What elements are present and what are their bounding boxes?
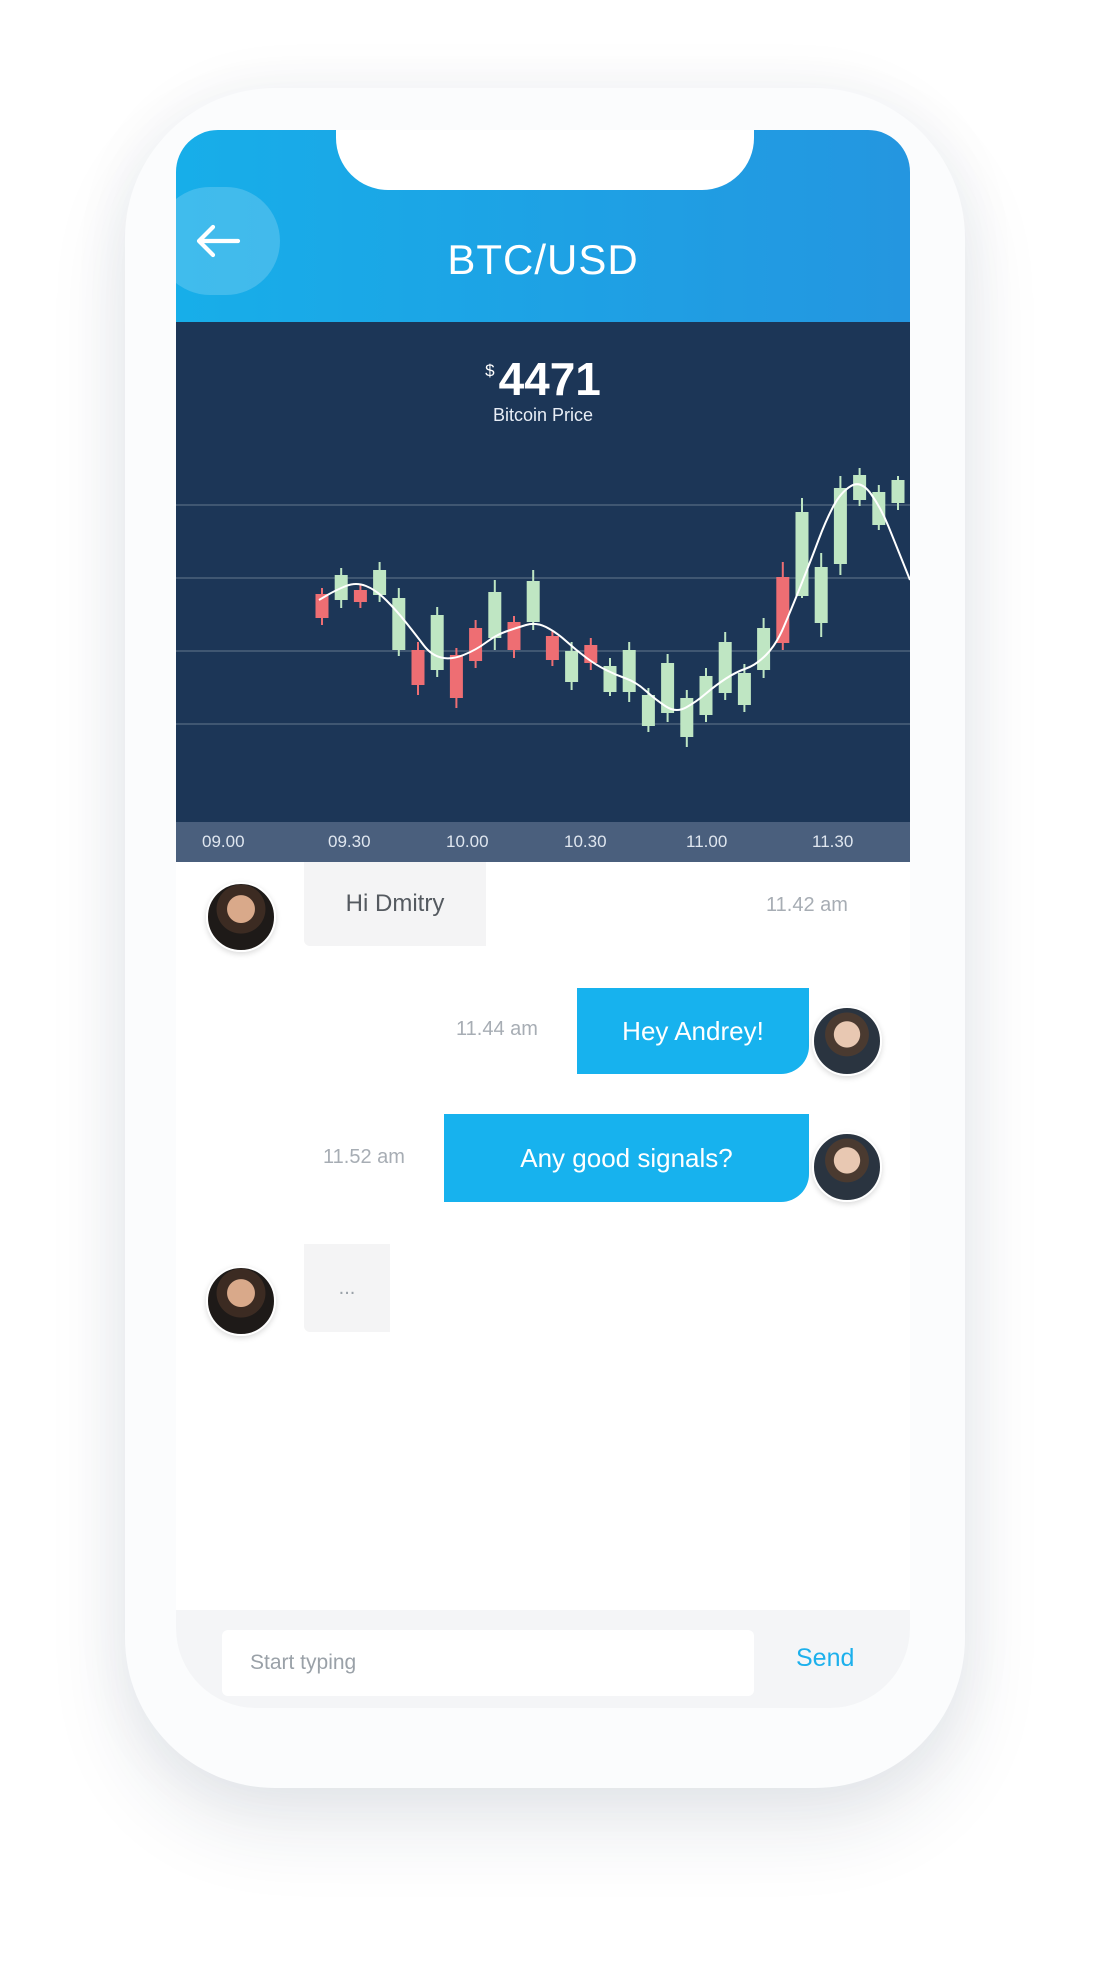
candle <box>833 488 847 564</box>
candle <box>430 615 444 670</box>
send-button[interactable]: Send <box>796 1644 854 1673</box>
message-bubble: Any good signals? <box>444 1114 809 1202</box>
candle <box>622 650 636 692</box>
message-timestamp: 11.52 am <box>323 1146 405 1168</box>
composer-bar: Send <box>176 1610 910 1708</box>
price-value: 4471 <box>498 353 601 405</box>
candle <box>526 581 540 622</box>
app-screen: BTC/USD $ 4471 Bitcoin Price 09.00 09.30… <box>176 130 910 1708</box>
header: BTC/USD <box>176 130 910 322</box>
avatar <box>206 882 276 952</box>
phone-notch <box>336 130 754 190</box>
price-label: Bitcoin Price <box>492 405 594 425</box>
x-tick: 11.00 <box>686 832 728 851</box>
candle <box>469 628 483 661</box>
message-bubble: Hey Andrey! <box>577 988 809 1074</box>
candle <box>718 642 732 693</box>
candle <box>757 628 771 670</box>
candle <box>507 622 521 650</box>
message-input[interactable] <box>222 1630 754 1696</box>
x-tick: 09.30 <box>328 832 371 851</box>
candle <box>392 598 406 650</box>
price-display: $ 4471 Bitcoin Price <box>176 355 910 426</box>
candle <box>411 650 425 685</box>
x-axis: 09.00 09.30 10.00 10.30 11.00 11.30 <box>176 822 910 862</box>
candle <box>353 590 367 602</box>
x-tick: 10.00 <box>446 832 489 851</box>
avatar <box>812 1006 882 1076</box>
candle <box>814 567 828 623</box>
message-timestamp: 11.42 am <box>766 894 848 916</box>
typing-indicator: ... <box>176 1244 910 1336</box>
candle <box>449 655 463 698</box>
message-bubble: Hi Dmitry <box>304 862 486 946</box>
x-tick: 10.30 <box>564 832 607 851</box>
candle <box>699 676 713 715</box>
candle <box>872 492 886 525</box>
message-outgoing: 11.52 am Any good signals? <box>176 1114 910 1206</box>
avatar <box>206 1266 276 1336</box>
avatar <box>812 1132 882 1202</box>
message-outgoing: 11.44 am Hey Andrey! <box>176 988 910 1078</box>
candle <box>565 651 579 682</box>
message-bubble: ... <box>304 1244 390 1332</box>
candle <box>488 592 502 638</box>
message-timestamp: 11.44 am <box>456 1018 538 1040</box>
candle <box>641 695 655 726</box>
price-currency: $ <box>485 361 495 380</box>
page-title: BTC/USD <box>447 236 639 283</box>
message-incoming: Hi Dmitry 11.42 am <box>176 862 910 952</box>
candle <box>776 577 790 643</box>
x-tick: 09.00 <box>202 832 245 851</box>
candle <box>891 480 905 503</box>
price-chart: $ 4471 Bitcoin Price 09.00 09.30 10.00 1… <box>176 322 910 862</box>
candle <box>737 673 751 705</box>
candle <box>545 636 559 660</box>
x-tick: 11.30 <box>812 832 854 851</box>
